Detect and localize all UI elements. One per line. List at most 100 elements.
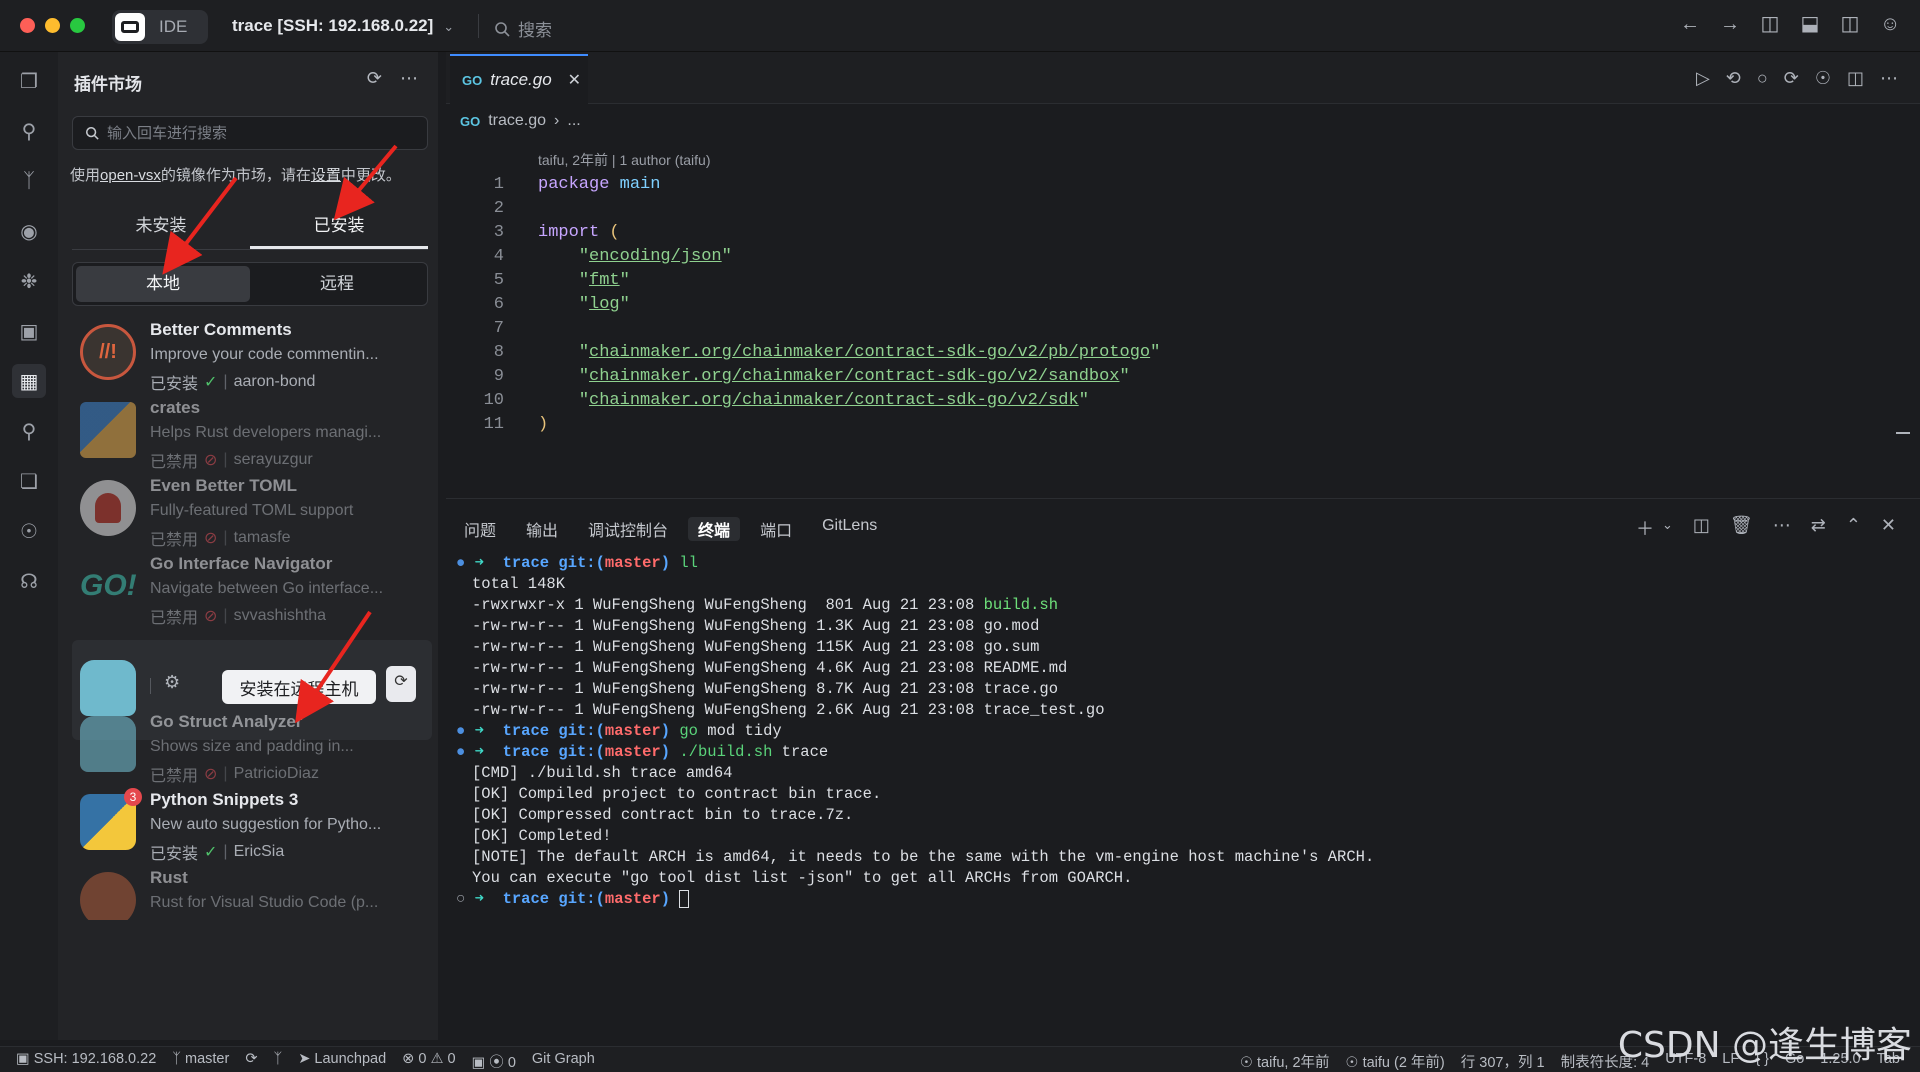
git-compare-icon[interactable]: ᛉ <box>274 1051 283 1072</box>
marketplace-notice: 使用open-vsx的镜像作为市场，请在设置中更改。 <box>70 164 401 185</box>
gitlens-compare-icon[interactable]: ☉ <box>1815 68 1831 89</box>
sync-icon[interactable]: ⟳ <box>386 666 416 696</box>
extension-item-crates[interactable]: crates Helps Rust developers managi... 已… <box>72 390 432 480</box>
trash-icon[interactable]: 🗑 <box>1730 515 1753 541</box>
tab-gitlens[interactable]: GitLens <box>822 517 877 541</box>
extension-status: 已禁用 <box>150 610 199 627</box>
tab-terminal[interactable]: 终端 <box>688 517 741 541</box>
extension-item-better-comments[interactable]: //! Better Comments Improve your code co… <box>72 312 432 402</box>
tab-ports[interactable]: 端口 <box>760 517 792 541</box>
segment-local[interactable]: 本地 <box>76 266 250 302</box>
extension-item-python-snippets[interactable]: 3 Python Snippets 3 New auto suggestion … <box>72 782 432 872</box>
close-icon[interactable]: ✕ <box>568 70 581 90</box>
import-path[interactable]: encoding/json <box>589 247 722 266</box>
gear-icon[interactable]: ⚙ <box>164 672 180 693</box>
tab-output[interactable]: 输出 <box>526 517 558 541</box>
toggle-panel-icon[interactable]: ⬓ <box>1800 14 1820 34</box>
extension-item-go-struct-analyzer[interactable]: Go Struct Analyzer Shows size and paddin… <box>72 704 432 794</box>
search-panel-icon[interactable]: ⚲ <box>12 114 46 148</box>
extension-item-rust[interactable]: Rust Rust for Visual Studio Code (p... <box>72 860 432 920</box>
breadcrumb-more[interactable]: ... <box>567 112 580 130</box>
account-icon[interactable]: ☺ <box>1880 14 1900 34</box>
branch-indicator[interactable]: ᛉ master <box>172 1051 229 1072</box>
extension-search-input[interactable] <box>107 124 407 142</box>
package-box-icon[interactable]: ❏ <box>12 464 46 498</box>
meta-separator: | <box>223 607 228 624</box>
forward-arrow-icon[interactable]: → <box>1720 14 1740 34</box>
terminal-file-line: -rwxrwxr-x 1 WuFengSheng WuFengSheng 801… <box>472 595 1058 616</box>
file-info: -rw-rw-r-- 1 WuFengSheng WuFengSheng 1.3… <box>472 617 984 635</box>
launchpad-item[interactable]: ➤ Launchpad <box>298 1051 386 1072</box>
chevron-right-icon: › <box>554 112 560 129</box>
extension-item-even-better-toml[interactable]: Even Better TOML Fully-featured TOML sup… <box>72 468 432 558</box>
open-changes-icon[interactable]: ⟲ <box>1726 68 1741 89</box>
import-path[interactable]: fmt <box>589 271 620 290</box>
ports-indicator[interactable]: ▣ ⦿ 0 <box>472 1051 516 1072</box>
tab-trace-go[interactable]: GO trace.go ✕ <box>450 54 588 104</box>
breadcrumb-file[interactable]: trace.go <box>488 112 546 130</box>
previous-change-icon[interactable]: ○ <box>1757 68 1768 89</box>
toggle-secondary-sidebar-icon[interactable]: ◫ <box>1840 14 1860 34</box>
toggle-sidebar-icon[interactable]: ◫ <box>1760 14 1780 34</box>
split-terminal-icon[interactable]: ◫ <box>1693 515 1710 541</box>
scrollbar-marker[interactable] <box>1896 432 1910 434</box>
code-lens-blame[interactable]: taifu, 2年前 | 1 author (taifu) <box>538 150 711 170</box>
search-label: 搜索 <box>518 21 552 40</box>
eye-icon[interactable]: ◉ <box>12 214 46 248</box>
editor-area: GO trace.go ✕ ▷ ⟲ ○ ⟳ ☉ ◫ ⋯ GO trace.go … <box>446 52 1920 492</box>
tab-debug-console[interactable]: 调试控制台 <box>588 517 668 541</box>
maximize-panel-icon[interactable]: ⌃ <box>1846 515 1861 541</box>
run-icon[interactable]: ▷ <box>1696 68 1710 89</box>
git-graph-item[interactable]: Git Graph <box>532 1051 595 1072</box>
problems-indicator[interactable]: ⊗ 0 ⚠ 0 <box>402 1051 455 1072</box>
gitlens-blame-item[interactable]: ☉ taifu (2 年前) <box>1346 1051 1445 1072</box>
gitlens-icon[interactable]: ☉ <box>12 514 46 548</box>
import-path[interactable]: chainmaker.org/chainmaker/contract-sdk-g… <box>589 391 1079 410</box>
source-control-icon[interactable]: ᛉ <box>12 164 46 198</box>
new-terminal-icon[interactable]: ＋ <box>1636 515 1654 541</box>
minimize-window-button[interactable] <box>45 18 60 33</box>
window-title[interactable]: trace [SSH: 192.168.0.22] ⌄ <box>232 16 454 36</box>
sync-icon[interactable]: ⟳ <box>245 1051 257 1072</box>
tab-problems[interactable]: 问题 <box>464 517 496 541</box>
close-panel-icon[interactable]: ✕ <box>1881 515 1896 541</box>
ide-logo-icon <box>115 13 145 41</box>
prompt-arrow-icon: ➜ <box>474 890 484 908</box>
cursor-position[interactable]: 行 307，列 1 <box>1461 1051 1545 1072</box>
segment-remote[interactable]: 远程 <box>250 266 424 302</box>
git-graph-icon[interactable]: ☊ <box>12 564 46 598</box>
import-path[interactable]: chainmaker.org/chainmaker/contract-sdk-g… <box>589 367 1120 386</box>
ide-switcher[interactable]: IDE <box>112 10 208 44</box>
import-path[interactable]: log <box>589 295 620 314</box>
more-actions-icon[interactable]: ⋯ <box>1880 68 1898 89</box>
remote-explorer-icon[interactable]: ▣ <box>12 314 46 348</box>
extensions-icon[interactable]: ▦ <box>12 364 46 398</box>
more-actions-icon[interactable]: ⋯ <box>400 68 418 89</box>
install-on-remote-button[interactable]: 安装在远程主机 <box>222 670 376 704</box>
file-info: -rw-rw-r-- 1 WuFengSheng WuFengSheng 2.6… <box>472 701 984 719</box>
remote-indicator[interactable]: ▣ SSH: 192.168.0.22 <box>16 1051 156 1072</box>
blame-item[interactable]: ☉ taifu, 2年前 <box>1240 1051 1330 1072</box>
rust-logo-icon <box>80 872 136 920</box>
close-window-button[interactable] <box>20 18 35 33</box>
split-editor-icon[interactable]: ◫ <box>1847 68 1864 89</box>
command-search[interactable]: 搜索 <box>494 16 552 41</box>
import-path[interactable]: chainmaker.org/chainmaker/contract-sdk-g… <box>589 343 1150 362</box>
back-arrow-icon[interactable]: ← <box>1680 14 1700 34</box>
explorer-icon[interactable]: ❐ <box>12 64 46 98</box>
tab-not-installed[interactable]: 未安装 <box>72 204 250 249</box>
maximize-window-button[interactable] <box>70 18 85 33</box>
terminal-settings-icon[interactable]: ⇄ <box>1811 515 1826 541</box>
chevron-down-icon[interactable]: ⌄ <box>1662 515 1673 541</box>
next-change-icon[interactable]: ⟳ <box>1784 68 1799 89</box>
more-actions-icon[interactable]: ⋯ <box>1773 515 1791 541</box>
extension-item-go-interface-navigator[interactable]: GO! Go Interface Navigator Navigate betw… <box>72 546 432 636</box>
tab-installed[interactable]: 已安装 <box>250 204 428 249</box>
terminal-line: [OK] Completed! <box>472 827 612 845</box>
testing-flask-icon[interactable]: ⚲ <box>12 414 46 448</box>
terminal-line: [NOTE] The default ARCH is amd64, it nee… <box>472 848 1375 866</box>
debug-icon[interactable]: ❉ <box>12 264 46 298</box>
refresh-icon[interactable]: ⟳ <box>367 68 382 89</box>
settings-link[interactable]: 设置 <box>311 167 341 184</box>
open-vsx-link[interactable]: open-vsx <box>100 167 161 184</box>
